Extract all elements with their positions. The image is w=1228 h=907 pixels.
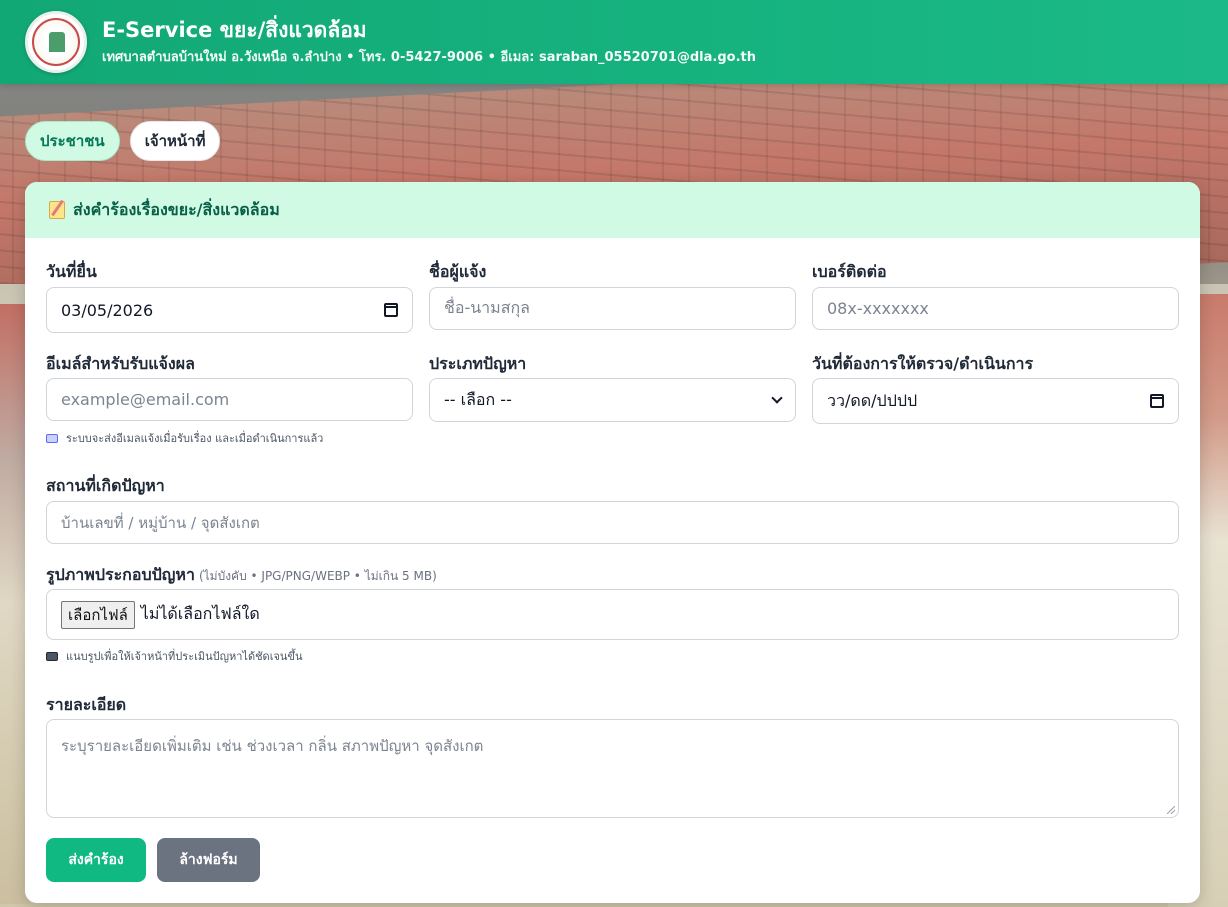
photo-file-input[interactable]: เลือกไฟล์ ไม่ได้เลือกไฟล์ใด: [46, 589, 1179, 640]
phone-placeholder: 08x-xxxxxxx: [827, 299, 929, 318]
choose-file-button[interactable]: เลือกไฟล์: [61, 600, 135, 629]
problem-type-selected: -- เลือก --: [444, 389, 512, 409]
location-label: สถานที่เกิดปัญหา: [46, 476, 165, 495]
form-header: ส่งคำร้องเรื่องขยะ/สิ่งแวดล้อม: [25, 182, 1200, 238]
email-placeholder: example@email.com: [61, 390, 230, 409]
phone-label: เบอร์ติดต่อ: [812, 262, 887, 281]
file-status: ไม่ได้เลือกไฟล์ใด: [140, 604, 260, 623]
form-title: ส่งคำร้องเรื่องขยะ/สิ่งแวดล้อม: [73, 199, 280, 219]
photo-note: (ไม่บังคับ • JPG/PNG/WEBP • ไม่เกิน 5 MB…: [198, 569, 437, 583]
calendar-icon[interactable]: [1150, 394, 1164, 408]
inspect-date-value: วว/ดด/ปปปป: [827, 390, 918, 410]
details-placeholder: ระบุรายละเอียดเพิ่มเติม เช่น ช่วงเวลา กล…: [61, 737, 484, 755]
details-label: รายละเอียด: [46, 695, 127, 714]
reporter-name-label: ชื่อผู้แจ้ง: [429, 262, 487, 281]
date-filed-value: 03/05/2026: [61, 300, 154, 320]
date-filed-label: วันที่ยื่น: [46, 262, 97, 281]
reporter-name-input[interactable]: ชื่อ-นามสกุล: [429, 287, 796, 330]
date-filed-input[interactable]: 03/05/2026: [46, 287, 413, 333]
photo-hint-text: แนบรูปเพื่อให้เจ้าหน้าที่ประเมินปัญหาได้…: [66, 650, 303, 663]
location-placeholder: บ้านเลขที่ / หมู่บ้าน / จุดสังเกต: [61, 513, 260, 532]
calendar-icon[interactable]: [384, 303, 398, 317]
problem-type-select[interactable]: -- เลือก --: [429, 378, 796, 422]
app-header: E-Service ขยะ/สิ่งแวดล้อม เทศบาลตำบลบ้าน…: [0, 0, 1228, 84]
email-hint-text: ระบบจะส่งอีเมลแจ้งเมื่อรับเรื่อง และเมื่…: [66, 432, 324, 445]
resize-grip-icon[interactable]: [1167, 806, 1175, 814]
photo-label: รูปภาพประกอบปัญหา: [46, 565, 195, 584]
email-input[interactable]: example@email.com: [46, 378, 413, 421]
memo-icon: [49, 201, 65, 219]
app-title: E-Service ขยะ/สิ่งแวดล้อม: [102, 18, 367, 42]
reporter-name-placeholder: ชื่อ-นามสกุล: [444, 298, 530, 317]
photo-label-row: รูปภาพประกอบปัญหา (ไม่บังคับ • JPG/PNG/WE…: [46, 563, 437, 588]
reset-button[interactable]: ล้างฟอร์ม: [157, 838, 260, 882]
header-text: E-Service ขยะ/สิ่งแวดล้อม เทศบาลตำบลบ้าน…: [102, 17, 756, 67]
inspect-date-input[interactable]: วว/ดด/ปปปป: [812, 378, 1179, 424]
location-input[interactable]: บ้านเลขที่ / หมู่บ้าน / จุดสังเกต: [46, 501, 1179, 544]
phone-input[interactable]: 08x-xxxxxxx: [812, 287, 1179, 330]
tab-citizen[interactable]: ประชาชน: [25, 121, 120, 161]
email-hint: ระบบจะส่งอีเมลแจ้งเมื่อรับเรื่อง และเมื่…: [46, 429, 323, 447]
submit-button[interactable]: ส่งคำร้อง: [46, 838, 146, 882]
details-textarea[interactable]: ระบุรายละเอียดเพิ่มเติม เช่น ช่วงเวลา กล…: [46, 719, 1179, 818]
email-notice-icon: [46, 433, 58, 443]
app-subtitle: เทศบาลตำบลบ้านใหม่ อ.วังเหนือ จ.ลำปาง • …: [102, 50, 756, 65]
inspect-date-label: วันที่ต้องการให้ตรวจ/ดำเนินการ: [812, 354, 1034, 373]
request-form-card: ส่งคำร้องเรื่องขยะ/สิ่งแวดล้อม วันที่ยื่…: [25, 182, 1200, 903]
tab-staff[interactable]: เจ้าหน้าที่: [129, 121, 221, 161]
email-label: อีเมล์สำหรับรับแจ้งผล: [46, 354, 195, 373]
chevron-down-icon: [771, 392, 783, 404]
problem-type-label: ประเภทปัญหา: [429, 354, 527, 373]
municipal-seal-icon: [25, 11, 87, 73]
camera-icon: [46, 651, 58, 661]
photo-hint: แนบรูปเพื่อให้เจ้าหน้าที่ประเมินปัญหาได้…: [46, 647, 302, 665]
role-tabs: ประชาชน เจ้าหน้าที่: [25, 121, 221, 161]
